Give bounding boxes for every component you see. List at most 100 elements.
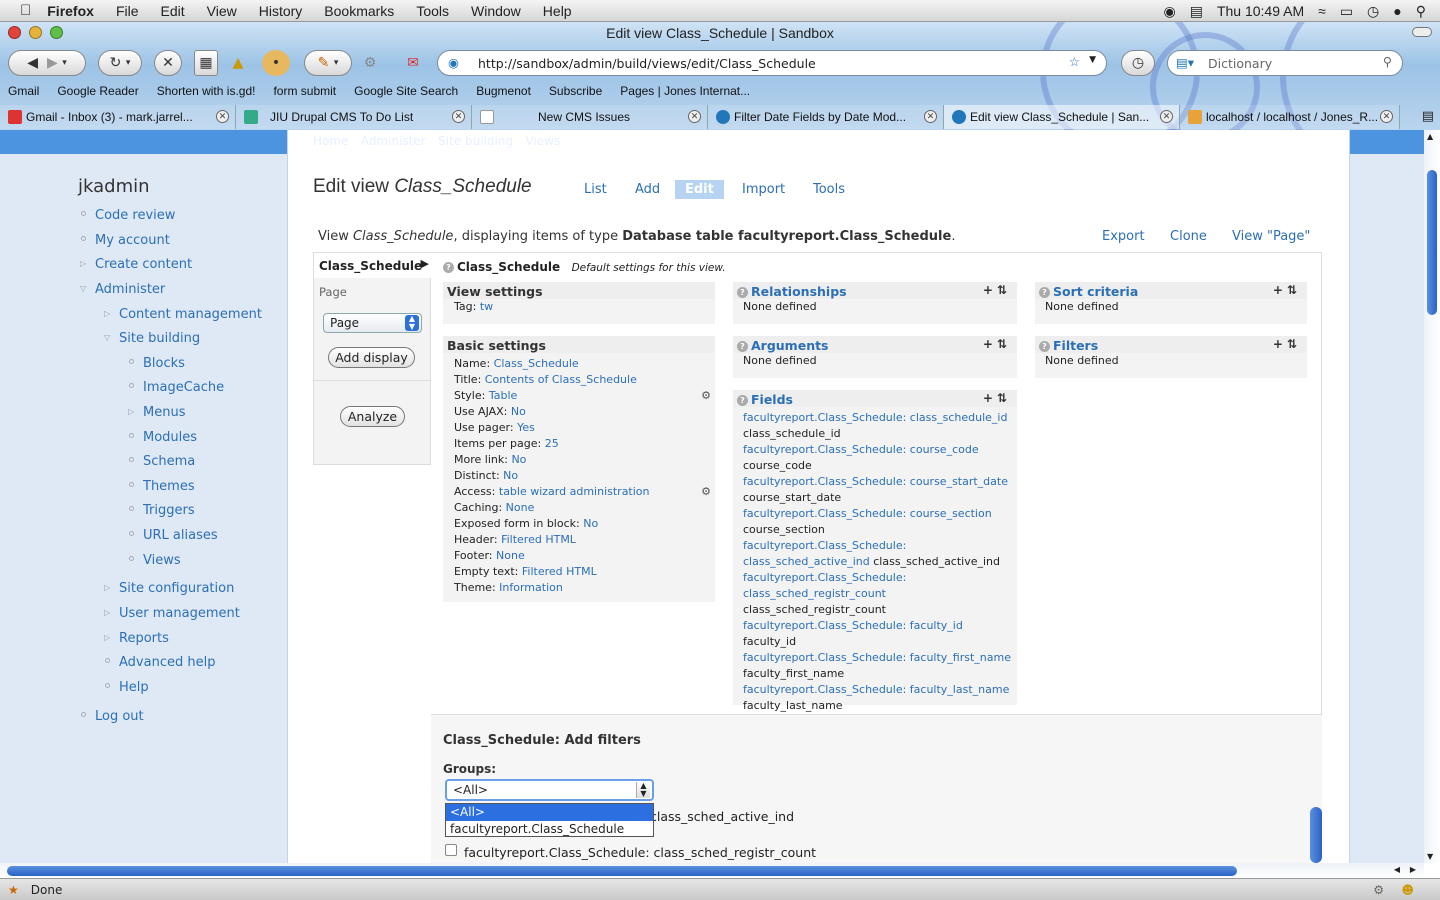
- battery-icon[interactable]: ▭: [1340, 3, 1353, 20]
- add-rearrange-icons[interactable]: +⇅: [1273, 283, 1301, 297]
- nav-url-aliases[interactable]: URL aliases: [143, 528, 218, 543]
- nav-schema[interactable]: Schema: [143, 454, 195, 469]
- nav-views[interactable]: Views: [143, 553, 181, 568]
- wifi-icon[interactable]: ≈: [1318, 3, 1326, 19]
- setting-value-link[interactable]: Table: [489, 389, 517, 402]
- time-machine-icon[interactable]: ◷: [1367, 3, 1379, 20]
- nav-blocks[interactable]: Blocks: [143, 356, 185, 371]
- nav-site-configuration[interactable]: Site configuration: [119, 581, 234, 596]
- help-icon[interactable]: ?: [1039, 341, 1050, 352]
- field-link[interactable]: facultyreport.Class_Schedule: faculty_la…: [743, 683, 1009, 696]
- tab-localhost[interactable]: localhost / localhost / Jones_R... ✕: [1180, 105, 1400, 129]
- gmail-notifier-icon[interactable]: ✉: [402, 50, 424, 76]
- menu-edit[interactable]: Edit: [161, 3, 185, 19]
- bookmark-item[interactable]: form submit: [273, 84, 336, 102]
- tab-import[interactable]: Import: [732, 180, 795, 199]
- pencil-button[interactable]: ✎ ▾: [304, 50, 352, 76]
- setting-value-link[interactable]: table wizard administration: [499, 485, 650, 498]
- nav-administer[interactable]: Administer: [95, 282, 165, 297]
- nav-help[interactable]: Help: [119, 680, 149, 695]
- tab-cms-issues[interactable]: New CMS Issues ✕: [472, 105, 708, 129]
- bookmark-item[interactable]: Subscribe: [549, 84, 602, 102]
- tab-gmail[interactable]: Gmail - Inbox (3) - mark.jarrel... ✕: [0, 105, 236, 129]
- help-icon[interactable]: ?: [1039, 287, 1050, 298]
- bookmark-item[interactable]: Google Reader: [57, 84, 138, 102]
- display-icon[interactable]: ▤: [1190, 3, 1203, 20]
- field-link[interactable]: facultyreport.Class_Schedule: faculty_id: [743, 619, 963, 632]
- close-tab-icon[interactable]: ✕: [688, 110, 701, 123]
- add-rearrange-icons[interactable]: +⇅: [1273, 337, 1301, 351]
- tab-edit-view[interactable]: Edit view Class_Schedule | San... ✕: [944, 105, 1180, 129]
- breadcrumb-administer[interactable]: Administer: [361, 134, 426, 148]
- help-icon[interactable]: ?: [737, 287, 748, 298]
- sort-criteria-title[interactable]: Sort criteria: [1053, 284, 1138, 299]
- dropdown-option-all[interactable]: <All>: [446, 804, 653, 821]
- field-link[interactable]: facultyreport.Class_Schedule: class_sche…: [743, 411, 1007, 424]
- nav-advanced-help[interactable]: Advanced help: [119, 655, 215, 670]
- setting-value-link[interactable]: Information: [499, 581, 563, 594]
- tab-add[interactable]: Add: [625, 180, 670, 199]
- menu-bookmarks[interactable]: Bookmarks: [324, 3, 394, 19]
- menu-file[interactable]: File: [116, 3, 139, 19]
- nav-site-building[interactable]: Site building: [119, 331, 200, 346]
- setting-value-link[interactable]: Filtered HTML: [501, 533, 576, 546]
- close-tab-icon[interactable]: ✕: [924, 110, 937, 123]
- toolbar-toggle-icon[interactable]: [1412, 27, 1432, 37]
- filter-option-registr-count[interactable]: facultyreport.Class_Schedule: class_sche…: [464, 845, 816, 860]
- tab-todo[interactable]: JIU Drupal CMS To Do List ✕: [236, 105, 472, 129]
- help-icon[interactable]: ?: [443, 262, 454, 273]
- stop-button[interactable]: ✕: [154, 50, 182, 76]
- vertical-scroll-thumb[interactable]: [1427, 170, 1437, 315]
- export-link[interactable]: Export: [1102, 229, 1145, 244]
- nav-my-account[interactable]: My account: [95, 233, 170, 248]
- setting-value-link[interactable]: No: [511, 453, 526, 466]
- menu-help[interactable]: Help: [543, 3, 572, 19]
- search-engine-icon[interactable]: ▤▾: [1176, 55, 1194, 70]
- tab-tools[interactable]: Tools: [803, 180, 855, 199]
- field-link[interactable]: class_sched_registr_count: [743, 587, 886, 600]
- nav-create-content[interactable]: Create content: [95, 257, 192, 272]
- field-link[interactable]: facultyreport.Class_Schedule: faculty_fi…: [743, 651, 1011, 664]
- breadcrumb-views[interactable]: Views: [526, 134, 561, 148]
- tag-value-link[interactable]: tw: [480, 300, 493, 313]
- firebug-icon[interactable]: ★: [8, 883, 19, 897]
- setting-value-link[interactable]: No: [511, 405, 526, 418]
- nav-reports[interactable]: Reports: [119, 631, 169, 646]
- setting-value-link[interactable]: No: [503, 469, 518, 482]
- tab-list[interactable]: List: [574, 180, 617, 199]
- bookmark-item[interactable]: Gmail: [8, 84, 39, 102]
- breadcrumb-site-building[interactable]: Site building: [438, 134, 513, 148]
- nav-modules[interactable]: Modules: [143, 430, 197, 445]
- nav-content-management[interactable]: Content management: [119, 307, 262, 322]
- setting-value-link[interactable]: Filtered HTML: [522, 565, 597, 578]
- spotlight-icon[interactable]: ⚲: [1416, 3, 1426, 20]
- nav-imagecache[interactable]: ImageCache: [143, 380, 224, 395]
- search-icon[interactable]: ⚲: [1383, 54, 1392, 69]
- add-rearrange-icons[interactable]: +⇅: [983, 283, 1011, 297]
- field-link[interactable]: class_sched_active_ind: [743, 555, 870, 568]
- cookie-icon[interactable]: •: [262, 50, 290, 76]
- nav-triggers[interactable]: Triggers: [143, 503, 195, 518]
- bookmark-star-icon[interactable]: ☆: [1069, 54, 1080, 69]
- url-dropdown-icon[interactable]: ▼: [1089, 55, 1096, 65]
- tab-list-icon[interactable]: ▤: [1422, 109, 1434, 124]
- extension-icon[interactable]: ⚙: [360, 50, 380, 76]
- breadcrumb-home[interactable]: Home: [313, 134, 348, 148]
- setting-value-link[interactable]: Yes: [517, 421, 535, 434]
- field-link[interactable]: facultyreport.Class_Schedule: course_sta…: [743, 475, 1008, 488]
- filters-title[interactable]: Filters: [1053, 338, 1098, 353]
- addon-icon[interactable]: ⚙: [1373, 883, 1384, 897]
- bookmark-item[interactable]: Bugmenot: [476, 84, 531, 102]
- help-icon[interactable]: ?: [737, 395, 748, 406]
- groups-select[interactable]: <All> ▲ ▼: [445, 779, 654, 801]
- display-page-label[interactable]: Page: [319, 285, 347, 299]
- setting-value-link[interactable]: None: [496, 549, 525, 562]
- menu-app[interactable]: Firefox: [47, 3, 94, 19]
- menu-history[interactable]: History: [259, 3, 303, 19]
- setting-value-link[interactable]: None: [506, 501, 535, 514]
- nav-menus[interactable]: Menus: [143, 405, 185, 420]
- broom-icon[interactable]: ▲: [226, 50, 250, 76]
- clone-link[interactable]: Clone: [1170, 229, 1207, 244]
- menu-window[interactable]: Window: [471, 3, 521, 19]
- view-page-link[interactable]: View "Page": [1232, 229, 1310, 244]
